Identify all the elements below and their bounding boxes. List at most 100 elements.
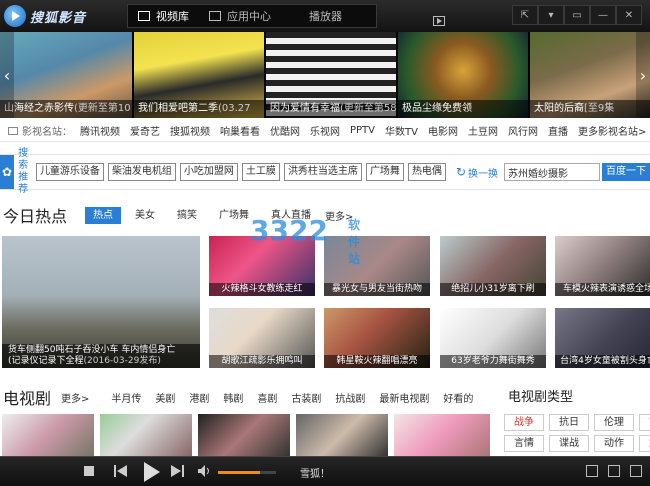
hot-video-thumb[interactable]: 车模火辣表演诱惑全场 [555, 236, 650, 296]
site-link[interactable]: PPTV [350, 125, 375, 136]
video-sites-bar: 影视名站： 腾讯视频 爱奇艺 搜狐视频 响巢看看 优酷网 乐视网 PPTV 华数… [0, 120, 650, 142]
banner-item[interactable]: 山海经之赤影传(更新至第10 [0, 32, 132, 118]
tv-show-thumb[interactable] [100, 414, 192, 456]
tab-player[interactable]: 播放器 [281, 5, 445, 27]
site-link[interactable]: 土豆网 [468, 123, 498, 138]
site-link[interactable]: 电影网 [428, 123, 458, 138]
tv-category-link[interactable]: 最新电视剧 [379, 390, 429, 405]
next-icon[interactable] [170, 465, 184, 477]
baidu-paw-icon: ✿ [0, 155, 15, 189]
tab-funny[interactable]: 搞笑 [169, 207, 205, 224]
tv-more-link[interactable]: 更多> [61, 390, 89, 405]
search-chip[interactable]: 广场舞 [365, 163, 404, 181]
play-icon[interactable] [142, 462, 160, 482]
tv-category-link[interactable]: 好看的 [443, 390, 473, 405]
eject-icon[interactable] [586, 465, 598, 477]
tv-type-chip[interactable]: 战争 [504, 414, 544, 431]
tab-app-center[interactable]: 应用中心 [199, 5, 281, 27]
window-controls: ⇱ ▾ ▭ — ✕ [512, 5, 642, 25]
tv-section-header: 电视剧 更多> 半月传 美剧 港剧 韩剧 喜剧 古装剧 抗战剧 最新电视剧 好看… [0, 386, 500, 408]
player-control-bar: 雪狐！ [0, 456, 650, 486]
hot-video-thumb[interactable]: 胡歌江疏影乐拥鸣叫 [209, 308, 315, 368]
tv-types-title: 电视剧类型 [508, 390, 574, 405]
site-link[interactable]: 风行网 [508, 123, 538, 138]
minimize-icon[interactable]: ▭ [564, 5, 590, 25]
tab-beauty[interactable]: 美女 [127, 207, 163, 224]
search-button[interactable]: 百度一下 [602, 163, 650, 181]
menu-icon[interactable]: ▾ [538, 5, 564, 25]
tv-show-thumb[interactable] [198, 414, 290, 456]
hot-video-thumb[interactable]: 韩星鞍火辣翻唱漂亮 [324, 308, 430, 368]
tv-category-link[interactable]: 喜剧 [257, 390, 277, 405]
tv-category-link[interactable]: 抗战剧 [335, 390, 365, 405]
site-link[interactable]: 乐视网 [310, 123, 340, 138]
volume-slider[interactable] [218, 471, 276, 474]
playlist-icon[interactable] [630, 465, 642, 477]
tv-type-chip[interactable]: 言情 [504, 435, 544, 452]
banner-caption: 极品尘缘免费领 [398, 100, 528, 118]
search-chip[interactable]: 土工膜 [241, 163, 280, 181]
player-icon [433, 16, 445, 26]
skin-icon[interactable]: ⇱ [512, 5, 538, 25]
tv-type-chip[interactable]: 动作 [594, 435, 634, 452]
tv-type-chip[interactable]: 抗日 [549, 414, 589, 431]
search-chip[interactable]: 小吃加盟网 [179, 163, 238, 181]
banner-item[interactable]: 极品尘缘免费领 [398, 32, 528, 118]
volume-level [218, 471, 260, 474]
tab-label: 视频库 [156, 10, 189, 23]
tv-category-link[interactable]: 古装剧 [291, 390, 321, 405]
site-link[interactable]: 爱奇艺 [130, 123, 160, 138]
banner-item[interactable]: 我们相爱吧第二季(03.27 [134, 32, 264, 118]
app-name: 搜狐影音 [30, 10, 87, 26]
banner-prev-icon[interactable]: ‹ [0, 32, 14, 118]
close-icon[interactable]: ✕ [616, 5, 642, 25]
refresh-button[interactable]: ↻ 换一换 [456, 165, 498, 180]
thumb-caption: 韩星鞍火辣翻唱漂亮 [324, 355, 430, 368]
tv-section-title: 电视剧 [3, 389, 52, 408]
search-chip[interactable]: 儿童游乐设备 [35, 163, 104, 181]
tv-type-chip[interactable]: 谍战 [549, 435, 589, 452]
tv-type-chip[interactable]: 古装 [639, 414, 650, 431]
stop-icon[interactable] [84, 466, 94, 476]
search-chip[interactable]: 热电偶 [407, 163, 446, 181]
title-bar: 搜狐影音 视频库 应用中心 播放器 ⇱ ▾ ▭ — ✕ [0, 0, 650, 32]
site-link[interactable]: 腾讯视频 [80, 123, 120, 138]
fullscreen-icon[interactable] [608, 465, 620, 477]
tv-show-thumb[interactable] [394, 414, 490, 456]
site-link[interactable]: 直播 [548, 123, 568, 138]
maximize-icon[interactable]: — [590, 5, 616, 25]
tab-video-library[interactable]: 视频库 [128, 5, 199, 27]
tv-type-chip[interactable]: 武侠 [639, 435, 650, 452]
tv-types-grid: 战争 抗日 伦理 古装 言情 谍战 动作 武侠 [504, 414, 650, 452]
previous-icon[interactable] [114, 465, 128, 477]
tv-category-link[interactable]: 半月传 [111, 390, 141, 405]
hot-main-caption: 货车侧翻50吨石子吞没小车 车内情侣身亡 (记录仪记录下全程(2016-03-2… [2, 344, 200, 368]
hot-video-thumb[interactable]: 台湾4岁女童被割头身亡 [555, 308, 650, 368]
tab-hot[interactable]: 热点 [85, 206, 122, 224]
tv-type-chip[interactable]: 伦理 [594, 414, 634, 431]
hot-video-thumb[interactable]: 暴光女与男友当街热吻 [324, 236, 430, 296]
thumb-caption: 车模火辣表演诱惑全场 [555, 283, 650, 296]
more-sites-link[interactable]: 更多影视名站> [578, 123, 646, 138]
volume-icon[interactable] [198, 465, 212, 477]
banner-item[interactable]: 太阳的后裔[至9集 [530, 32, 650, 118]
site-link[interactable]: 优酷网 [270, 123, 300, 138]
refresh-icon: ↻ [455, 165, 466, 179]
search-input[interactable] [504, 163, 600, 181]
tv-category-link[interactable]: 港剧 [189, 390, 209, 405]
hot-main-video[interactable]: 货车侧翻50吨石子吞没小车 车内情侣身亡 (记录仪记录下全程(2016-03-2… [2, 236, 200, 368]
site-link[interactable]: 华数TV [385, 123, 418, 138]
site-link[interactable]: 搜狐视频 [170, 123, 210, 138]
tv-show-thumb[interactable] [2, 414, 94, 456]
tv-category-link[interactable]: 韩剧 [223, 390, 243, 405]
tv-show-thumb[interactable] [296, 414, 388, 456]
banner-item[interactable]: 因为爱情有幸福(更新至第58 [266, 32, 396, 118]
hot-video-thumb[interactable]: 绝招儿小31岁离下刷 [440, 236, 546, 296]
hot-video-thumb[interactable]: 63岁老爷力舞街舞秀 [440, 308, 546, 368]
site-watermark: 3322 软件站 [250, 214, 361, 266]
site-link[interactable]: 响巢看看 [220, 123, 260, 138]
banner-next-icon[interactable]: › [636, 32, 650, 118]
search-chip[interactable]: 柴油发电机组 [107, 163, 176, 181]
tv-category-link[interactable]: 美剧 [155, 390, 175, 405]
search-chip[interactable]: 洪秀柱当选主席 [283, 163, 362, 181]
